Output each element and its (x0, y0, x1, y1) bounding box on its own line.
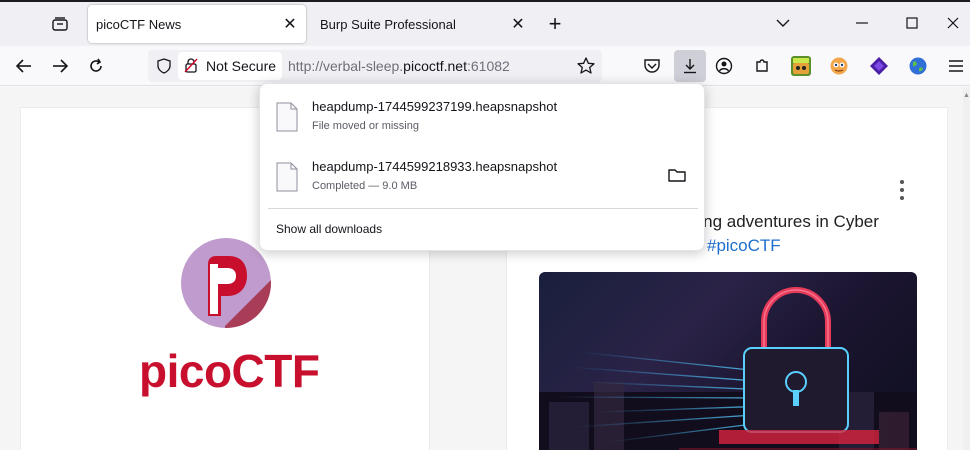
cookie-editor-icon[interactable] (828, 55, 850, 77)
url-prefix: http://verbal-sleep. (288, 58, 404, 74)
show-all-downloads-link[interactable]: Show all downloads (276, 222, 382, 236)
url-port: :61082 (467, 58, 510, 74)
tab-strip: picoCTF News ✕ Burp Suite Professional ✕… (0, 0, 970, 46)
tab-label: Burp Suite Professional (320, 16, 456, 32)
url-host: picoctf.net (403, 58, 467, 74)
url-text[interactable]: http://verbal-sleep.picoctf.net:61082 (288, 58, 510, 74)
minimize-icon[interactable] (851, 12, 873, 34)
extensions-puzzle-icon[interactable] (751, 55, 773, 77)
wappalyzer-icon[interactable] (868, 55, 890, 77)
download-filename: heapdump-1744599218933.heapsnapshot (312, 159, 558, 174)
download-item[interactable]: heapdump-1744599237199.heapsnapshot File… (268, 90, 698, 146)
forward-arrow-icon[interactable] (48, 54, 72, 78)
globe-extension-icon[interactable] (907, 55, 929, 77)
close-window-icon[interactable] (942, 12, 964, 34)
new-tab-button[interactable]: + (543, 11, 567, 36)
download-status: Completed — 9.0 MB (312, 180, 418, 192)
site-security-button[interactable]: Not Secure (178, 52, 282, 80)
close-tab-icon[interactable]: ✕ (508, 14, 528, 34)
show-in-folder-icon[interactable] (668, 167, 688, 187)
page-scrollbar[interactable] (963, 87, 970, 450)
tab-overview-icon[interactable] (49, 14, 71, 34)
list-all-tabs-icon[interactable] (772, 12, 794, 34)
cybersecurity-lock-image (539, 272, 917, 450)
divider (268, 208, 698, 209)
window-top-border (0, 0, 970, 2)
file-icon (276, 162, 298, 192)
download-status: File moved or missing (312, 120, 419, 132)
download-arrow-icon (684, 59, 696, 74)
security-label: Not Secure (206, 58, 277, 74)
back-arrow-icon[interactable] (12, 54, 36, 78)
downloads-panel: heapdump-1744599237199.heapsnapshot File… (259, 83, 705, 251)
download-filename: heapdump-1744599237199.heapsnapshot (312, 99, 558, 114)
address-bar[interactable]: Not Secure http://verbal-sleep.picoctf.n… (148, 50, 602, 82)
tracking-protection-shield-icon[interactable] (156, 58, 172, 74)
reload-icon[interactable] (84, 54, 108, 78)
account-icon[interactable] (713, 55, 735, 77)
tab-picoctf-news[interactable]: picoCTF News ✕ (88, 5, 306, 43)
scroll-up-arrow-icon[interactable]: ▲ (963, 90, 970, 100)
picoctf-logo-text: picoCTF (139, 345, 320, 397)
tab-burp-suite[interactable]: Burp Suite Professional ✕ (312, 5, 534, 43)
hamburger-menu-icon[interactable] (945, 55, 967, 77)
tab-label: picoCTF News (96, 16, 182, 32)
bookmark-star-icon[interactable] (576, 56, 596, 76)
close-tab-icon[interactable]: ✕ (280, 14, 300, 34)
downloads-button[interactable] (674, 50, 706, 82)
maximize-icon[interactable] (901, 12, 923, 34)
download-item[interactable]: heapdump-1744599218933.heapsnapshot Comp… (268, 150, 698, 206)
pocket-icon[interactable] (641, 55, 663, 77)
more-options-icon[interactable] (897, 180, 907, 200)
proxy-extension-icon[interactable] (790, 55, 812, 77)
navigation-toolbar: Not Secure http://verbal-sleep.picoctf.n… (0, 46, 970, 86)
file-icon (276, 102, 298, 132)
hashtag-link[interactable]: #picoCTF (707, 234, 781, 258)
insecure-lock-icon (184, 57, 198, 76)
picoctf-logo-mark (181, 238, 271, 328)
